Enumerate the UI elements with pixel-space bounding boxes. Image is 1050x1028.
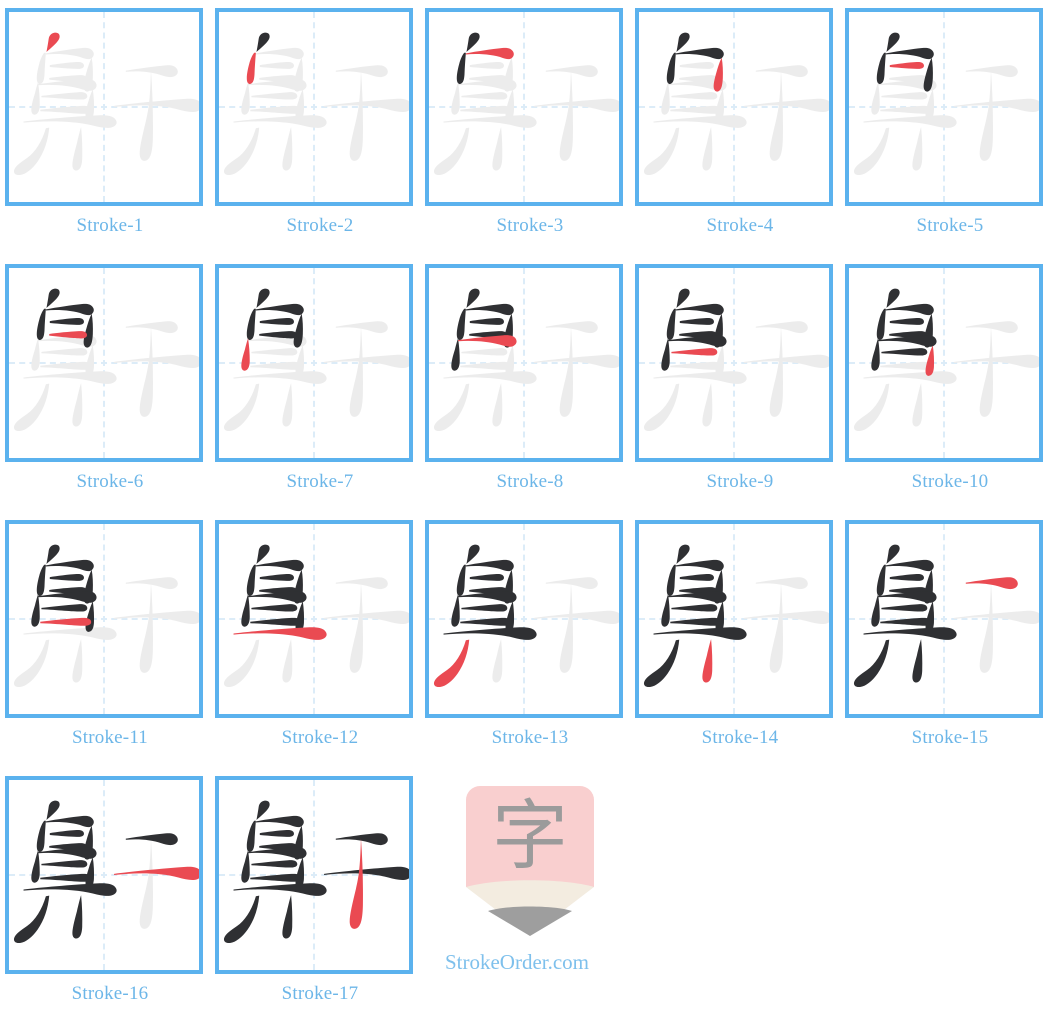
stroke-label: Stroke-3 xyxy=(496,215,564,236)
stroke-label: Stroke-16 xyxy=(71,983,149,1004)
stroke-box xyxy=(215,776,413,974)
character-glyph xyxy=(9,268,199,458)
stroke-cell[interactable]: Stroke-6 xyxy=(5,256,215,512)
character-glyph xyxy=(219,12,409,202)
logo: 字 xyxy=(466,786,594,936)
character-glyph xyxy=(9,780,199,970)
stroke-label: Stroke-15 xyxy=(911,727,989,748)
strokeorder-logo-icon: 字 xyxy=(466,786,594,936)
stroke-box xyxy=(5,776,203,974)
stroke-grid: Stroke-1 Stroke-2 Stroke-3 Stroke-4 Stroke-5… xyxy=(0,0,1050,1024)
stroke-label: Stroke-9 xyxy=(706,471,774,492)
stroke-cell[interactable]: Stroke-16 xyxy=(5,768,215,1024)
stroke-cell[interactable]: Stroke-1 xyxy=(5,0,215,256)
stroke-cell[interactable]: Stroke-14 xyxy=(635,512,845,768)
stroke-label: Stroke-14 xyxy=(701,727,779,748)
stroke-cell[interactable]: Stroke-2 xyxy=(215,0,425,256)
stroke-cell[interactable]: Stroke-12 xyxy=(215,512,425,768)
character-glyph xyxy=(9,524,199,714)
stroke-box xyxy=(635,264,833,462)
stroke-label: Stroke-12 xyxy=(281,727,359,748)
character-glyph xyxy=(219,524,409,714)
character-glyph xyxy=(639,268,829,458)
character-glyph xyxy=(849,12,1039,202)
stroke-box xyxy=(5,520,203,718)
stroke-box xyxy=(425,8,623,206)
stroke-box xyxy=(215,8,413,206)
stroke-label: Stroke-4 xyxy=(706,215,774,236)
character-glyph xyxy=(639,12,829,202)
stroke-label: Stroke-5 xyxy=(916,215,984,236)
stroke-label: Stroke-2 xyxy=(286,215,354,236)
stroke-label: Stroke-1 xyxy=(76,215,144,236)
character-glyph xyxy=(849,524,1039,714)
character-glyph xyxy=(639,524,829,714)
stroke-box xyxy=(215,520,413,718)
stroke-cell[interactable]: Stroke-3 xyxy=(425,0,635,256)
stroke-box xyxy=(425,264,623,462)
character-glyph xyxy=(219,780,409,970)
stroke-label: Stroke-7 xyxy=(286,471,354,492)
stroke-cell[interactable]: Stroke-15 xyxy=(845,512,1050,768)
stroke-label: Stroke-11 xyxy=(71,727,149,748)
character-glyph xyxy=(219,268,409,458)
brand-name[interactable]: StrokeOrder.com xyxy=(387,950,647,975)
stroke-cell[interactable]: Stroke-4 xyxy=(635,0,845,256)
stroke-box xyxy=(425,520,623,718)
stroke-box xyxy=(215,264,413,462)
stroke-label: Stroke-8 xyxy=(496,471,564,492)
stroke-label: Stroke-17 xyxy=(281,983,359,1004)
stroke-cell[interactable]: Stroke-7 xyxy=(215,256,425,512)
stroke-box xyxy=(5,264,203,462)
stroke-label: Stroke-6 xyxy=(76,471,144,492)
stroke-cell[interactable]: Stroke-8 xyxy=(425,256,635,512)
stroke-label: Stroke-10 xyxy=(911,471,989,492)
stroke-box xyxy=(845,520,1043,718)
stroke-box xyxy=(845,8,1043,206)
character-glyph xyxy=(9,12,199,202)
brand-wrap: StrokeOrder.com xyxy=(387,936,647,975)
site-branding[interactable]: 字 StrokeOrder.com xyxy=(425,768,635,1024)
stroke-box xyxy=(635,8,833,206)
character-glyph xyxy=(849,268,1039,458)
character-glyph xyxy=(429,12,619,202)
character-glyph xyxy=(429,268,619,458)
stroke-cell[interactable]: Stroke-11 xyxy=(5,512,215,768)
stroke-cell[interactable]: Stroke-17 xyxy=(215,768,425,1024)
stroke-cell[interactable]: Stroke-10 xyxy=(845,256,1050,512)
character-glyph xyxy=(429,524,619,714)
stroke-label: Stroke-13 xyxy=(491,727,569,748)
stroke-cell[interactable]: Stroke-5 xyxy=(845,0,1050,256)
stroke-cell[interactable]: Stroke-9 xyxy=(635,256,845,512)
stroke-box xyxy=(845,264,1043,462)
stroke-cell[interactable]: Stroke-13 xyxy=(425,512,635,768)
svg-text:字: 字 xyxy=(492,791,568,880)
stroke-order-page: Stroke-1 Stroke-2 Stroke-3 Stroke-4 Stroke-5… xyxy=(0,0,1050,1028)
stroke-box xyxy=(5,8,203,206)
stroke-box xyxy=(635,520,833,718)
